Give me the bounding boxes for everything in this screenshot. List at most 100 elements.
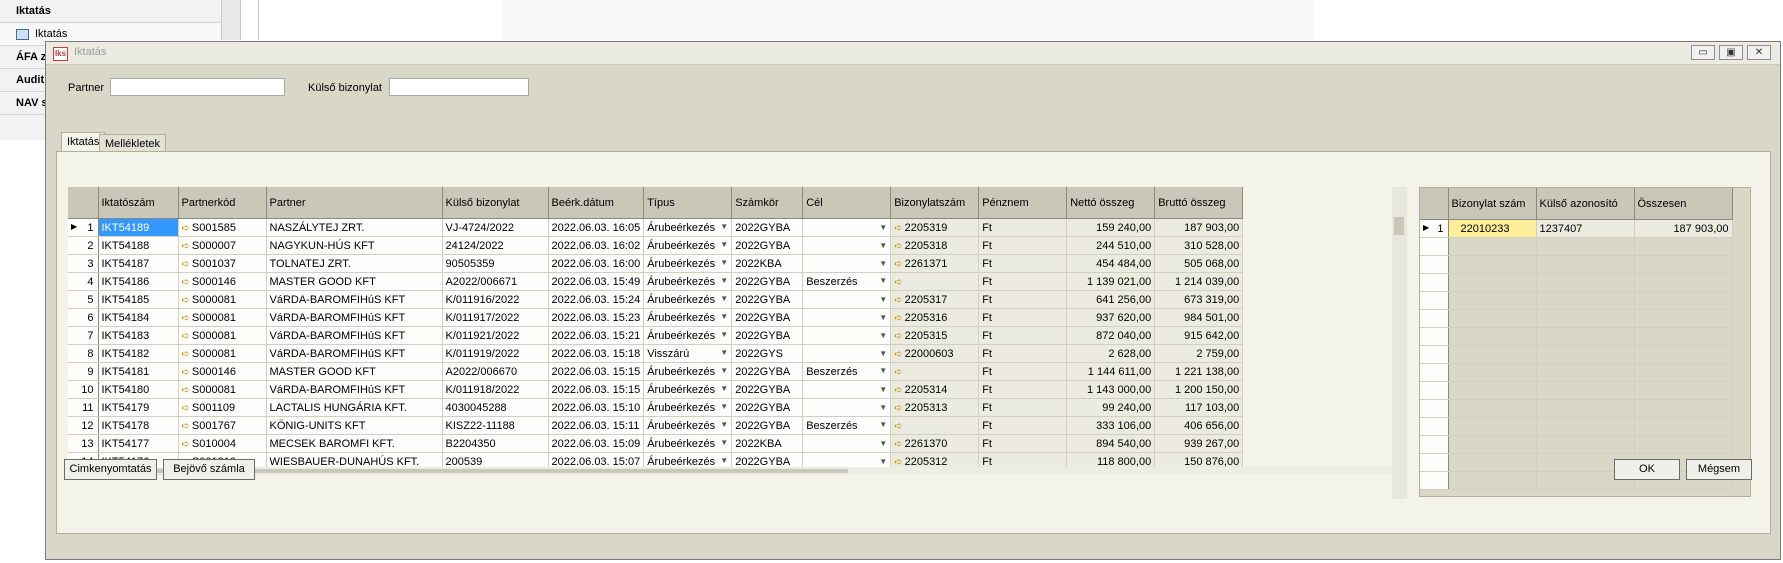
cell-kod[interactable]: ➪ S010004 bbox=[178, 434, 267, 453]
cell-ikt[interactable]: IKT54178 bbox=[98, 416, 179, 435]
cell-ikt[interactable]: IKT54189 bbox=[98, 218, 179, 237]
cell-netto[interactable]: 641 256,00 bbox=[1066, 290, 1156, 309]
cell-biz[interactable]: ➪ 2205317 bbox=[890, 290, 980, 309]
cell-penznem[interactable]: Ft bbox=[978, 344, 1068, 363]
cell-datum[interactable]: 2022.06.03. 15:09 bbox=[548, 434, 645, 453]
column-header[interactable]: Iktatószám bbox=[98, 187, 179, 219]
chevron-down-icon[interactable]: ▼ bbox=[720, 366, 728, 375]
row-header[interactable]: 2 bbox=[68, 236, 99, 255]
cell-szamkor[interactable]: 2022GYBA bbox=[731, 362, 804, 381]
horizontal-scrollbar[interactable] bbox=[68, 467, 1392, 475]
side-grid[interactable]: Bizonylat szám Külső azonosító Összesen ▶ 1… bbox=[1419, 187, 1751, 497]
cell-netto[interactable]: 454 484,00 bbox=[1066, 254, 1156, 273]
cell-penznem[interactable]: Ft bbox=[978, 326, 1068, 345]
ok-button[interactable]: OK bbox=[1614, 459, 1680, 480]
column-header[interactable]: Bruttó összeg bbox=[1154, 187, 1244, 219]
cell-cel[interactable]: ▼ bbox=[802, 254, 892, 273]
cell-biz[interactable]: ➪ 2205318 bbox=[890, 236, 980, 255]
cell-brutto[interactable]: 1 200 150,00 bbox=[1154, 380, 1244, 399]
cell-kulso[interactable]: 24124/2022 bbox=[442, 236, 549, 255]
arrow-right-icon[interactable]: ➪ bbox=[182, 295, 190, 306]
arrow-right-icon[interactable]: ➪ bbox=[182, 241, 190, 252]
cell-tipus[interactable]: Árubeérkezés ▼ bbox=[643, 272, 733, 291]
chevron-down-icon[interactable]: ▼ bbox=[879, 331, 887, 340]
table-row[interactable]: 3 IKT54187 ➪ S001037 TOLNATEJ ZRT. 90505359 20… bbox=[68, 254, 1244, 273]
megsem-button[interactable]: Mégsem bbox=[1686, 459, 1752, 480]
table-row[interactable]: 9 IKT54181 ➪ S000146 MASTER GOOD KFT A2022/00… bbox=[68, 362, 1244, 381]
cell-datum[interactable]: 2022.06.03. 15:11 bbox=[548, 416, 645, 435]
column-header[interactable]: Pénznem bbox=[978, 187, 1068, 219]
column-header[interactable]: Partnerkód bbox=[178, 187, 267, 219]
column-header[interactable]: Típus bbox=[643, 187, 733, 219]
table-row[interactable]: 12 IKT54178 ➪ S001767 KÖNIG-UNITS KFT KISZ22-… bbox=[68, 416, 1244, 435]
cell-tipus[interactable]: Árubeérkezés ▼ bbox=[643, 254, 733, 273]
cell-biz[interactable]: 22010233 bbox=[1448, 219, 1537, 238]
chevron-down-icon[interactable]: ▼ bbox=[720, 456, 728, 465]
chevron-down-icon[interactable]: ▼ bbox=[720, 420, 728, 429]
cell-kod[interactable]: ➪ S001585 bbox=[178, 218, 267, 237]
cell-szamkor[interactable]: 2022KBA bbox=[731, 434, 804, 453]
chevron-down-icon[interactable]: ▼ bbox=[720, 330, 728, 339]
cell-ikt[interactable]: IKT54184 bbox=[98, 308, 179, 327]
cell-brutto[interactable]: 673 319,00 bbox=[1154, 290, 1244, 309]
cell-penznem[interactable]: Ft bbox=[978, 290, 1068, 309]
cell-partner[interactable]: VáRDA-BAROMFIHúS KFT bbox=[266, 344, 443, 363]
cell-netto[interactable]: 894 540,00 bbox=[1066, 434, 1156, 453]
row-header[interactable]: 7 bbox=[68, 326, 99, 345]
chevron-down-icon[interactable]: ▼ bbox=[879, 313, 887, 322]
cell-partner[interactable]: KÖNIG-UNITS KFT bbox=[266, 416, 443, 435]
cell-tipus[interactable]: Árubeérkezés ▼ bbox=[643, 362, 733, 381]
cell-ikt[interactable]: IKT54183 bbox=[98, 326, 179, 345]
arrow-right-icon[interactable]: ➪ bbox=[894, 421, 902, 432]
cell-penznem[interactable]: Ft bbox=[978, 434, 1068, 453]
chevron-down-icon[interactable]: ▼ bbox=[879, 295, 887, 304]
cell-szamkor[interactable]: 2022GYS bbox=[731, 344, 804, 363]
chevron-down-icon[interactable]: ▼ bbox=[720, 258, 728, 267]
row-header[interactable]: 8 bbox=[68, 344, 99, 363]
cell-biz[interactable]: ➪ 2205312 bbox=[890, 452, 980, 468]
column-header[interactable]: Külső bizonylat bbox=[442, 187, 549, 219]
cell-ikt[interactable]: IKT54177 bbox=[98, 434, 179, 453]
arrow-right-icon[interactable]: ➪ bbox=[894, 241, 902, 252]
arrow-right-icon[interactable]: ➪ bbox=[182, 403, 190, 414]
cell-cel[interactable]: ▼ bbox=[802, 308, 892, 327]
cell-biz[interactable]: ➪ 22000603 bbox=[890, 344, 980, 363]
chevron-down-icon[interactable]: ▼ bbox=[879, 349, 887, 358]
chevron-down-icon[interactable]: ▼ bbox=[879, 385, 887, 394]
arrow-right-icon[interactable]: ➪ bbox=[182, 259, 190, 270]
chevron-down-icon[interactable]: ▼ bbox=[720, 438, 728, 447]
cell-szamkor[interactable]: 2022GYBA bbox=[731, 218, 804, 237]
maximize-button[interactable]: ▣ bbox=[1719, 45, 1743, 60]
cell-datum[interactable]: 2022.06.03. 15:15 bbox=[548, 380, 645, 399]
cell-biz[interactable]: ➪ bbox=[890, 362, 980, 381]
arrow-right-icon[interactable]: ➪ bbox=[894, 277, 902, 288]
cell-tipus[interactable]: Árubeérkezés ▼ bbox=[643, 398, 733, 417]
cell-brutto[interactable]: 150 876,00 bbox=[1154, 452, 1244, 467]
cell-netto[interactable]: 1 139 021,00 bbox=[1066, 272, 1156, 291]
cell-kod[interactable]: ➪ S001109 bbox=[178, 398, 267, 417]
cell-penznem[interactable]: Ft bbox=[978, 272, 1068, 291]
cell-ikt[interactable]: IKT54179 bbox=[98, 398, 179, 417]
cell-netto[interactable]: 937 620,00 bbox=[1066, 308, 1156, 327]
arrow-right-icon[interactable]: ➪ bbox=[894, 457, 902, 468]
arrow-right-icon[interactable]: ➪ bbox=[182, 349, 190, 360]
cell-kod[interactable]: ➪ S000081 bbox=[178, 380, 267, 399]
cell-biz[interactable]: ➪ 2205315 bbox=[890, 326, 980, 345]
cell-tipus[interactable]: Árubeérkezés ▼ bbox=[643, 416, 733, 435]
cell-kulso[interactable]: A2022/006670 bbox=[442, 362, 549, 381]
chevron-down-icon[interactable]: ▼ bbox=[879, 276, 887, 285]
cell-ikt[interactable]: IKT54181 bbox=[98, 362, 179, 381]
cell-netto[interactable]: 244 510,00 bbox=[1066, 236, 1156, 255]
vertical-scrollbar[interactable] bbox=[1392, 187, 1407, 499]
cell-penznem[interactable]: Ft bbox=[978, 236, 1068, 255]
cell-brutto[interactable]: 2 759,00 bbox=[1154, 344, 1244, 363]
cell-biz[interactable]: ➪ 2261371 bbox=[890, 254, 980, 273]
cell-kulso[interactable]: A2022/006671 bbox=[442, 272, 549, 291]
cell-szamkor[interactable]: 2022GYBA bbox=[731, 272, 804, 291]
cell-cel[interactable]: Beszerzés ▼ bbox=[802, 416, 892, 435]
column-header[interactable]: Számkör bbox=[731, 187, 804, 219]
cell-partner[interactable]: MASTER GOOD KFT bbox=[266, 362, 443, 381]
row-header[interactable]: 5 bbox=[68, 290, 99, 309]
column-header[interactable]: Bizonylatszám bbox=[890, 187, 980, 219]
arrow-right-icon[interactable]: ➪ bbox=[894, 403, 902, 414]
